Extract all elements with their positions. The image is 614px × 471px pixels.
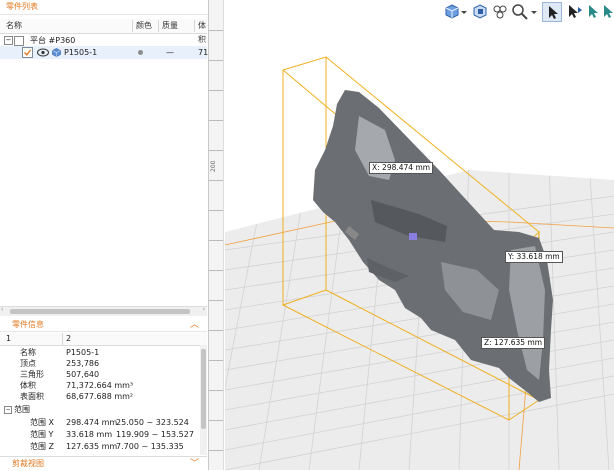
zoom-dropdown-icon[interactable] <box>530 2 538 22</box>
left-panel: 零件列表 名称 颜色 质量 体积 − 平台 #P360 P1505-1 — 71… <box>0 0 209 470</box>
part-info-scrollbar[interactable] <box>200 345 207 455</box>
range-group-row[interactable]: − 范围 <box>0 404 200 415</box>
measure-x-label: X: 298.474 mm <box>369 162 434 174</box>
range-row: 范围 Y 33.618 mm 119.909 ~ 153.527 <box>30 430 194 439</box>
range-group-label: 范围 <box>14 405 30 414</box>
info-row: 名称 P1505-1 <box>20 348 100 357</box>
clip-view-title: 剪裁视图 <box>12 459 44 468</box>
view-cube-icon[interactable] <box>442 2 462 22</box>
part-checkbox[interactable] <box>22 47 33 58</box>
parts-horizontal-scrollbar[interactable]: ‹ › <box>0 306 207 316</box>
pointer-icon[interactable] <box>542 2 562 22</box>
range-row: 范围 Z 127.635 mm 7.700 ~ 135.335 <box>30 442 184 451</box>
chevron-up-icon[interactable]: ︿ <box>190 318 199 332</box>
range-collapse-icon[interactable]: − <box>4 406 12 414</box>
info-column-value: 2 <box>66 334 72 343</box>
part-cube-icon <box>52 48 61 61</box>
column-name[interactable]: 名称 <box>6 19 22 33</box>
3d-viewport[interactable]: 200 X: 298.474 mm Y: 33.618 mm Z: 127.63… <box>209 0 614 470</box>
box-select-icon[interactable] <box>490 2 510 22</box>
scale-icon[interactable] <box>602 2 614 22</box>
measure-y-label: Y: 33.618 mm <box>505 251 563 263</box>
part-info-title: 零件信息 <box>12 320 44 329</box>
info-row: 顶点 253,786 <box>20 359 100 368</box>
view-toolbar <box>442 2 614 24</box>
collapse-toggle-icon[interactable]: − <box>4 36 13 45</box>
info-row: 表面积 68,677.688 mm² <box>20 392 134 401</box>
info-row: 体积 71,372.664 mm³ <box>20 381 134 390</box>
part-color-swatch[interactable] <box>138 50 143 55</box>
chevron-down-icon[interactable]: ﹀ <box>190 457 199 471</box>
parts-list-title: 零件列表 <box>0 0 208 15</box>
info-row: 三角形 507,640 <box>20 370 100 379</box>
part-info-header[interactable]: 零件信息 ︿ <box>0 318 207 332</box>
scene-canvas[interactable] <box>209 0 614 470</box>
rotate-icon[interactable] <box>584 2 604 22</box>
part-volume: 71 <box>198 48 209 57</box>
platform-checkbox[interactable] <box>14 36 24 46</box>
move-icon[interactable] <box>564 2 584 22</box>
column-mass[interactable]: 质量 <box>162 19 178 33</box>
range-row: 范围 X 298.474 mm 25.050 ~ 323.524 <box>30 418 189 427</box>
visibility-eye-icon[interactable] <box>37 48 49 61</box>
column-color[interactable]: 颜色 <box>136 19 152 33</box>
info-column-index: 1 <box>6 334 12 343</box>
zoom-icon[interactable] <box>510 2 530 22</box>
scroll-right-icon[interactable]: › <box>203 306 205 313</box>
part-name: P1505-1 <box>64 48 98 57</box>
part-info-column-header: 1 2 <box>0 333 207 346</box>
clip-view-header[interactable]: 剪裁视图 ﹀ <box>0 456 207 470</box>
measure-z-label: Z: 127.635 mm <box>481 337 546 349</box>
parts-table-header: 名称 颜色 质量 体积 <box>0 19 207 44</box>
box-select-icon[interactable] <box>470 2 490 22</box>
part-mass: — <box>166 48 174 57</box>
tree-row-part[interactable]: P1505-1 — 71 <box>0 46 209 61</box>
view-cube-dropdown-icon[interactable] <box>460 2 468 22</box>
scroll-left-icon[interactable]: ‹ <box>1 306 3 313</box>
